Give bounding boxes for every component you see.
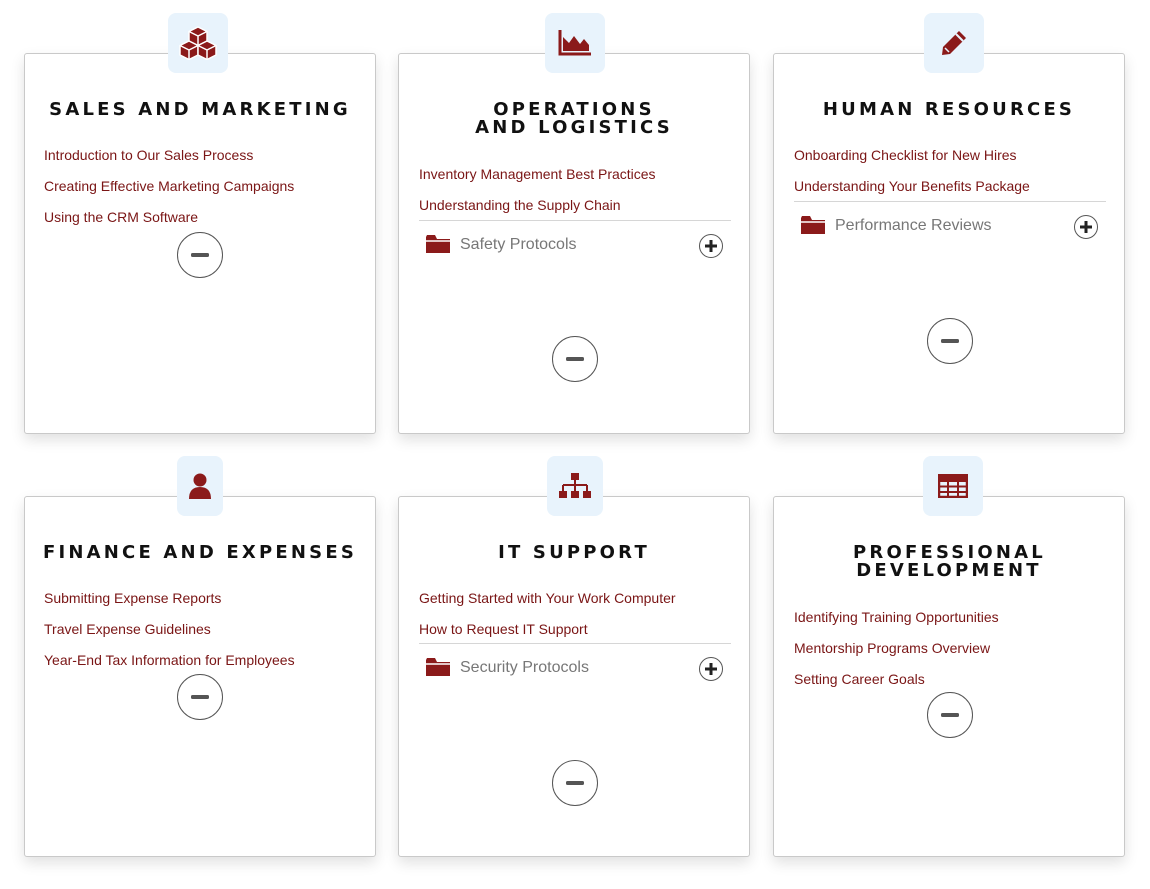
minus-icon <box>566 781 584 785</box>
collapse-button[interactable] <box>177 674 223 720</box>
folder-row[interactable]: Security Protocols <box>419 643 731 692</box>
minus-icon <box>941 339 959 343</box>
minus-icon <box>566 357 584 361</box>
folder-icon <box>426 235 450 253</box>
article-link[interactable]: Inventory Management Best Practices <box>419 165 731 196</box>
expand-button[interactable] <box>699 657 723 681</box>
minus-icon <box>191 695 209 699</box>
article-link[interactable]: Submitting Expense Reports <box>44 589 356 620</box>
article-link[interactable]: Mentorship Programs Overview <box>794 639 1106 670</box>
link-list: Introduction to Our Sales Process Creati… <box>44 146 356 239</box>
article-link[interactable]: Introduction to Our Sales Process <box>44 146 356 177</box>
collapse-button[interactable] <box>927 692 973 738</box>
plus-icon <box>1080 221 1092 233</box>
link-list: Inventory Management Best Practices Unde… <box>419 165 731 227</box>
link-list: Getting Started with Your Work Computer … <box>419 589 731 651</box>
expand-button[interactable] <box>1074 215 1098 239</box>
article-link[interactable]: Onboarding Checklist for New Hires <box>794 146 1106 177</box>
folder-icon <box>801 216 825 234</box>
category-icon-badge <box>547 456 603 516</box>
card-title: HUMAN RESOURCES <box>822 99 1076 120</box>
card-title: OPERATIONS AND LOGISTICS <box>475 99 673 138</box>
user-icon <box>189 473 211 499</box>
folder-row[interactable]: Safety Protocols <box>419 220 731 269</box>
sitemap-icon <box>559 473 591 498</box>
article-link[interactable]: Travel Expense Guidelines <box>44 620 356 651</box>
link-list: Onboarding Checklist for New Hires Under… <box>794 146 1106 208</box>
folder-label: Security Protocols <box>460 659 589 676</box>
card-title: IT SUPPORT <box>498 542 650 563</box>
article-link[interactable]: Identifying Training Opportunities <box>794 608 1106 639</box>
link-list: Submitting Expense Reports Travel Expens… <box>44 589 356 682</box>
folder-icon <box>426 658 450 676</box>
area-chart-icon <box>558 30 591 56</box>
minus-icon <box>941 713 959 717</box>
plus-icon <box>705 663 717 675</box>
category-icon-badge <box>924 13 984 73</box>
folder-label: Safety Protocols <box>460 236 577 253</box>
article-link[interactable]: Getting Started with Your Work Computer <box>419 589 731 620</box>
folder-label: Performance Reviews <box>835 217 992 234</box>
card-title: SALES AND MARKETING <box>49 99 351 120</box>
category-icon-badge <box>168 13 228 73</box>
collapse-button[interactable] <box>927 318 973 364</box>
expand-button[interactable] <box>699 234 723 258</box>
plus-icon <box>705 240 717 252</box>
card-title: FINANCE AND EXPENSES <box>43 542 357 563</box>
pencil-icon <box>942 31 966 55</box>
card-title: PROFESSIONAL DEVELOPMENT <box>853 542 1046 581</box>
link-list: Identifying Training Opportunities Mento… <box>794 608 1106 701</box>
article-link[interactable]: Creating Effective Marketing Campaigns <box>44 177 356 208</box>
minus-icon <box>191 253 209 257</box>
collapse-button[interactable] <box>552 336 598 382</box>
collapse-button[interactable] <box>177 232 223 278</box>
folder-row[interactable]: Performance Reviews <box>794 201 1106 250</box>
cubes-icon <box>179 26 217 60</box>
table-icon <box>938 474 968 498</box>
category-icon-badge <box>177 456 223 516</box>
category-icon-badge <box>923 456 983 516</box>
collapse-button[interactable] <box>552 760 598 806</box>
category-icon-badge <box>545 13 605 73</box>
